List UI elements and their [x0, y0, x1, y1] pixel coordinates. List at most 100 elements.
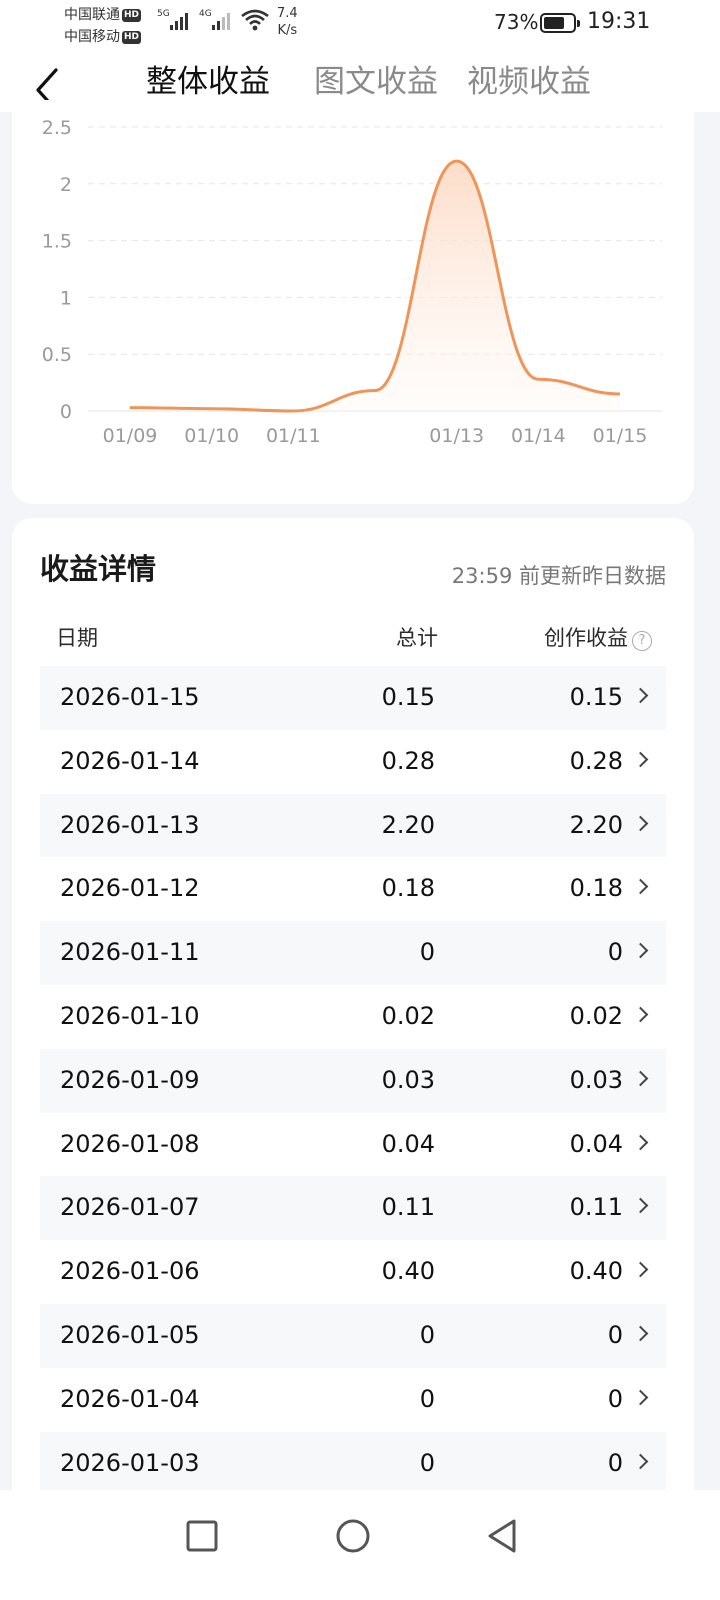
table-row[interactable]: 2026-01-13 2.20 2.20: [40, 793, 666, 858]
signal-2-icon: [212, 13, 230, 30]
row-income: 0: [607, 1448, 623, 1477]
row-total: 0.04: [381, 1129, 435, 1158]
signal-5g-label: 5G: [157, 9, 170, 19]
net-speed: 7.4 K/s: [277, 5, 298, 39]
row-income: 0: [607, 1384, 623, 1413]
x-tick-label: 01/15: [593, 425, 648, 447]
square-icon: [186, 1520, 218, 1552]
carrier-2: 中国移动: [64, 29, 120, 45]
carrier-1: 中国联通: [64, 7, 120, 23]
tab-article-income[interactable]: 图文收益: [314, 56, 438, 101]
row-date: 2026-01-14: [60, 746, 200, 775]
row-income: 0.15: [569, 683, 623, 711]
wifi-icon: [241, 9, 269, 31]
row-total: 0: [419, 1384, 435, 1413]
table-row[interactable]: 2026-01-15 0.15 0.15: [40, 666, 666, 730]
chevron-right-icon: [632, 1198, 649, 1214]
y-tick-label: 2: [60, 174, 72, 196]
row-date: 2026-01-11: [60, 938, 200, 967]
recent-apps-button[interactable]: [178, 1512, 226, 1560]
chevron-right-icon: [632, 815, 649, 831]
y-tick-label: 1.5: [42, 231, 72, 253]
chart-series-line: [129, 159, 621, 413]
row-date: 2026-01-06: [60, 1257, 200, 1286]
row-total: 0: [419, 938, 435, 967]
row-total: 0.18: [381, 874, 435, 903]
row-date: 2026-01-04: [60, 1384, 200, 1413]
chart-area-fill: [130, 161, 620, 411]
row-date: 2026-01-05: [60, 1320, 200, 1349]
table-row[interactable]: 2026-01-14 0.28 0.28: [40, 730, 666, 794]
status-bar: 中国联通 HD 中国移动 HD 5G 4G 7.4 K/s 73% 19:31: [0, 0, 720, 54]
y-tick-label: 2.5: [42, 117, 72, 139]
chevron-right-icon: [632, 942, 649, 959]
column-header-income: 创作收益?: [544, 622, 652, 652]
x-tick-label: 01/13: [429, 425, 484, 447]
table-row[interactable]: 2026-01-08 0.04 0.04: [40, 1113, 666, 1177]
row-date: 2026-01-12: [60, 874, 200, 903]
row-date: 2026-01-13: [60, 810, 200, 839]
circle-icon: [336, 1519, 370, 1553]
row-total: 0.28: [381, 746, 435, 775]
row-income: 0.04: [569, 1129, 623, 1158]
signal-1-icon: [170, 13, 188, 30]
table-row[interactable]: 2026-01-07 0.11 0.11: [40, 1176, 666, 1241]
row-total: 0.15: [381, 683, 435, 711]
chevron-right-icon: [632, 1325, 649, 1342]
chevron-right-icon: [632, 1006, 649, 1023]
row-income: 2.20: [569, 810, 623, 839]
battery-percent: 73%: [494, 10, 539, 34]
nav-back-button[interactable]: [478, 1512, 526, 1560]
row-total: 0.11: [381, 1193, 435, 1222]
x-tick-label: 01/09: [103, 425, 158, 447]
chevron-right-icon: [632, 1134, 649, 1150]
carrier-info: 中国联通 HD 中国移动 HD: [64, 4, 142, 48]
chevron-right-icon: [632, 879, 649, 895]
tab-video-income[interactable]: 视频收益: [467, 56, 591, 101]
income-detail-card: 收益详情 23:59 前更新昨日数据 日期 总计 创作收益? 2026-01-1…: [12, 518, 694, 1508]
chevron-right-icon: [632, 1070, 649, 1087]
row-income: 0.11: [569, 1193, 623, 1222]
chevron-right-icon: [632, 1389, 649, 1406]
table-row[interactable]: 2026-01-04 0 0: [40, 1368, 666, 1432]
detail-title: 收益详情: [40, 552, 157, 586]
row-date: 2026-01-09: [60, 1065, 200, 1094]
x-tick-label: 01/11: [266, 425, 321, 447]
y-tick-label: 0.5: [42, 344, 72, 366]
table-row[interactable]: 2026-01-06 0.40 0.40: [40, 1240, 666, 1304]
row-total: 0.03: [381, 1065, 435, 1094]
row-date: 2026-01-15: [60, 683, 200, 711]
row-date: 2026-01-03: [60, 1448, 200, 1477]
battery-icon: [540, 13, 580, 33]
help-icon[interactable]: ?: [632, 631, 652, 651]
row-income: 0.03: [569, 1065, 623, 1094]
table-row[interactable]: 2026-01-10 0.02 0.02: [40, 985, 666, 1049]
row-date: 2026-01-07: [60, 1193, 200, 1222]
row-date: 2026-01-08: [60, 1129, 200, 1158]
chevron-right-icon: [632, 1261, 649, 1278]
y-tick-label: 1: [60, 287, 72, 309]
x-tick-label: 01/14: [511, 425, 566, 447]
income-chart: 0 0.5 1 1.5 2 2.5 01/09 01/10 01/11 01/13 01/14 01…: [42, 117, 662, 447]
income-table: 2026-01-15 0.15 0.15 2026-01-14 0.28 0.28 2026…: [40, 666, 666, 1496]
column-header-total: 总计: [396, 626, 438, 650]
system-nav-bar: [0, 1490, 720, 1600]
table-row[interactable]: 2026-01-03 0 0: [40, 1431, 666, 1496]
row-total: 0.40: [381, 1257, 435, 1286]
battery-fill: [544, 17, 564, 29]
hd-badge: HD: [122, 8, 142, 22]
home-button[interactable]: [329, 1512, 377, 1560]
chevron-right-icon: [632, 687, 649, 704]
row-income: 0: [607, 1320, 623, 1349]
column-header-date: 日期: [56, 626, 98, 650]
hd-badge: HD: [122, 30, 142, 44]
column-header-income-label: 创作收益: [544, 626, 628, 650]
tab-overall-income[interactable]: 整体收益: [146, 56, 270, 101]
table-row[interactable]: 2026-01-12 0.18 0.18: [40, 857, 666, 921]
table-row[interactable]: 2026-01-09 0.03 0.03: [40, 1048, 666, 1113]
table-row[interactable]: 2026-01-05 0 0: [40, 1303, 666, 1368]
chevron-right-icon: [632, 1453, 649, 1469]
triangle-back-icon: [488, 1519, 516, 1553]
signal-4g-label: 4G: [199, 9, 212, 19]
table-row[interactable]: 2026-01-11 0 0: [40, 921, 666, 985]
